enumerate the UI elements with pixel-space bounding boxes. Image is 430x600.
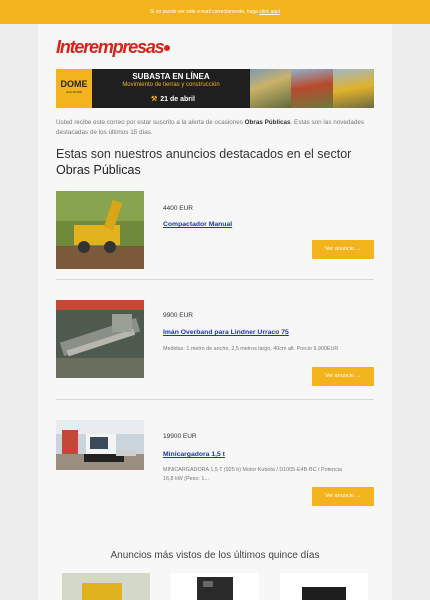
listing-divider bbox=[56, 279, 374, 280]
listing-price: 9900 EUR bbox=[163, 312, 193, 319]
truck-photo bbox=[291, 69, 333, 108]
click-here-link[interactable]: click aquí bbox=[259, 9, 280, 15]
interempresas-logo[interactable]: Interempresas bbox=[56, 37, 171, 58]
listing-item: 19900 EUR Minicargadora 1,5 t MINICARGAD… bbox=[56, 420, 374, 510]
most-viewed-thumb[interactable] bbox=[171, 573, 259, 600]
most-viewed-image bbox=[171, 573, 259, 600]
listing-description: Medidas: 1 metro de ancho, 2,5 metros la… bbox=[163, 346, 339, 352]
listing-item: 4400 EUR Compactador Manual Ver anuncio … bbox=[56, 191, 374, 271]
gavel-icon: ⚒ bbox=[151, 96, 158, 103]
listing-photo[interactable] bbox=[56, 300, 144, 378]
compactor-image bbox=[56, 191, 144, 269]
email-card: Interempresas DOME AUCTIONS SUBASTA EN L… bbox=[38, 24, 392, 600]
logo-text: Interempresas bbox=[56, 37, 165, 57]
most-viewed-image bbox=[280, 573, 368, 600]
dome-brand-sub: AUCTIONS bbox=[66, 90, 82, 94]
banner-date: ⚒ 21 de abril bbox=[151, 95, 195, 103]
listing-description: MINICARGADORA 1,5 T (925 h) Motor Kubota… bbox=[163, 467, 342, 482]
most-viewed-image bbox=[62, 573, 150, 600]
intro-text: Usted recibe este correo por estar suscr… bbox=[56, 118, 374, 138]
overband-magnet-image bbox=[56, 300, 144, 378]
intro-sector: Obras Públicas bbox=[244, 119, 291, 126]
auction-banner[interactable]: DOME AUCTIONS SUBASTA EN LÍNEA Movimient… bbox=[56, 69, 374, 108]
top-notice-bar: Si no puede ver este e-mail correctament… bbox=[0, 0, 430, 24]
listing-price: 4400 EUR bbox=[163, 205, 193, 212]
banner-title: SUBASTA EN LÍNEA bbox=[132, 72, 210, 81]
banner-machinery-photos bbox=[250, 69, 374, 108]
banner-date-text: 21 de abril bbox=[160, 96, 195, 103]
listing-photo[interactable] bbox=[56, 420, 144, 470]
listing-price: 19900 EUR bbox=[163, 433, 197, 440]
banner-subtitle: Movimiento de tierras y construcción bbox=[122, 82, 220, 88]
most-viewed-thumb[interactable] bbox=[280, 573, 368, 600]
logo-dot-icon bbox=[164, 45, 171, 52]
heading-before: Estas son nuestros anuncios destacados e… bbox=[56, 147, 352, 161]
dome-auctions-logo: DOME AUCTIONS bbox=[56, 69, 92, 108]
top-notice-text: Si no puede ver este e-mail correctament… bbox=[149, 9, 260, 15]
intro-before: Usted recibe este correo por estar suscr… bbox=[56, 119, 245, 126]
heading-sector: Obras Públicas bbox=[56, 163, 141, 177]
listing-title-link[interactable]: Minicargadora 1,5 t bbox=[163, 451, 225, 458]
loader-photo bbox=[332, 69, 374, 108]
listing-photo[interactable] bbox=[56, 191, 144, 269]
view-listing-button[interactable]: Ver anuncio → bbox=[312, 367, 374, 386]
listing-item: 9900 EUR Imán Overband para Lindner Urra… bbox=[56, 300, 374, 386]
skid-steer-image bbox=[56, 420, 144, 470]
dome-brand: DOME bbox=[60, 79, 88, 89]
view-listing-button[interactable]: Ver anuncio → bbox=[312, 240, 374, 259]
listing-title-link[interactable]: Imán Overband para Lindner Urraco 75 bbox=[163, 329, 289, 336]
most-viewed-thumb[interactable] bbox=[62, 573, 150, 600]
most-viewed-heading: Anuncios más vistos de los últimos quinc… bbox=[110, 550, 320, 561]
view-listing-button[interactable]: Ver anuncio → bbox=[312, 487, 374, 506]
listing-title-link[interactable]: Compactador Manual bbox=[163, 221, 232, 228]
excavator-photo bbox=[250, 69, 292, 108]
featured-heading: Estas son nuestros anuncios destacados e… bbox=[56, 146, 376, 178]
listing-divider bbox=[56, 399, 374, 400]
